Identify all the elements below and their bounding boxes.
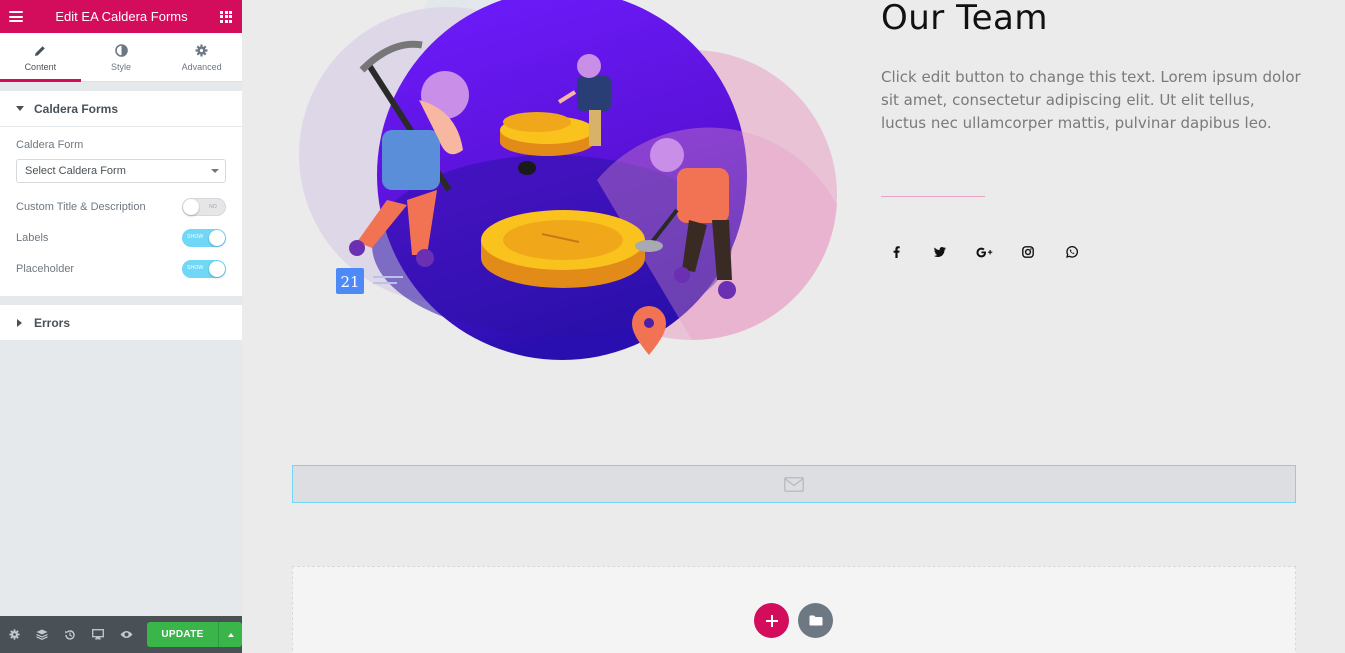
calendar-date-text: 21 [340, 273, 359, 291]
caret-right-icon [17, 318, 22, 327]
section-caldera-forms-toggle[interactable]: Caldera Forms [0, 91, 242, 127]
section-errors-title: Errors [34, 315, 71, 330]
save-options-button[interactable] [218, 622, 242, 647]
caldera-form-select-value: Select Caldera Form [25, 165, 126, 177]
layers-icon[interactable] [35, 628, 49, 642]
social-icons [881, 243, 1101, 261]
update-button[interactable]: UPDATE [147, 622, 218, 647]
folder-icon [809, 615, 822, 626]
add-template-button[interactable] [798, 603, 833, 638]
caldera-form-label: Caldera Form [16, 139, 84, 151]
contrast-icon [114, 43, 128, 59]
preview-eye-icon[interactable] [119, 628, 133, 642]
google-plus-icon[interactable] [969, 243, 999, 261]
custom-title-label: Custom Title & Description [16, 200, 146, 213]
envelope-icon [784, 476, 804, 492]
editor-panel: Edit EA Caldera Forms Content Style Adva… [0, 0, 242, 653]
gear-icon [195, 43, 208, 59]
team-illustration: 21 [299, 0, 837, 360]
facebook-icon[interactable] [881, 243, 911, 261]
divider [881, 196, 985, 197]
chevron-down-icon [211, 169, 219, 173]
panel-tabs: Content Style Advanced [0, 33, 242, 82]
tab-advanced-label: Advanced [181, 61, 222, 72]
page-canvas: 21 Our Team Click edit button to change … [242, 0, 1345, 653]
section-errors-toggle[interactable]: Errors [0, 305, 242, 341]
custom-title-switch[interactable]: NO [182, 197, 226, 216]
add-section-button[interactable] [754, 603, 789, 638]
caret-up-icon [227, 632, 234, 637]
panel-header: Edit EA Caldera Forms [0, 0, 242, 33]
panel-footer: UPDATE [0, 616, 242, 653]
hamburger-menu-icon[interactable] [9, 11, 23, 22]
labels-switch-text: SHOW [187, 233, 204, 240]
section-caldera-forms-title: Caldera Forms [34, 101, 119, 116]
placeholder-switch[interactable]: SHOW [182, 259, 226, 278]
pencil-icon [34, 43, 46, 59]
settings-gear-icon[interactable] [7, 628, 21, 642]
twitter-icon[interactable] [925, 243, 955, 261]
tab-content-label: Content [24, 61, 57, 72]
panel-title: Edit EA Caldera Forms [55, 9, 188, 24]
responsive-desktop-icon[interactable] [91, 628, 105, 642]
team-heading: Our Team [881, 0, 1048, 38]
custom-title-switch-text: NO [209, 203, 217, 210]
caldera-form-widget-placeholder[interactable] [292, 465, 1296, 503]
labels-label: Labels [16, 231, 49, 244]
history-icon[interactable] [63, 628, 77, 642]
placeholder-switch-text: SHOW [187, 264, 204, 271]
tab-advanced[interactable]: Advanced [161, 33, 242, 81]
widgets-grid-icon[interactable] [220, 10, 232, 23]
labels-switch[interactable]: SHOW [182, 228, 226, 247]
instagram-icon[interactable] [1013, 243, 1043, 261]
caldera-controls: Caldera Form Select Caldera Form Custom … [0, 127, 242, 296]
tab-style[interactable]: Style [81, 33, 162, 81]
caret-down-icon [16, 106, 24, 111]
plus-icon [765, 614, 778, 627]
caldera-form-select[interactable]: Select Caldera Form [16, 159, 226, 183]
tab-content[interactable]: Content [0, 33, 81, 82]
placeholder-label: Placeholder [16, 262, 75, 275]
team-description: Click edit button to change this text. L… [881, 68, 1301, 132]
tab-style-label: Style [111, 61, 132, 72]
whatsapp-icon[interactable] [1057, 243, 1087, 261]
add-new-section-area [292, 566, 1296, 653]
